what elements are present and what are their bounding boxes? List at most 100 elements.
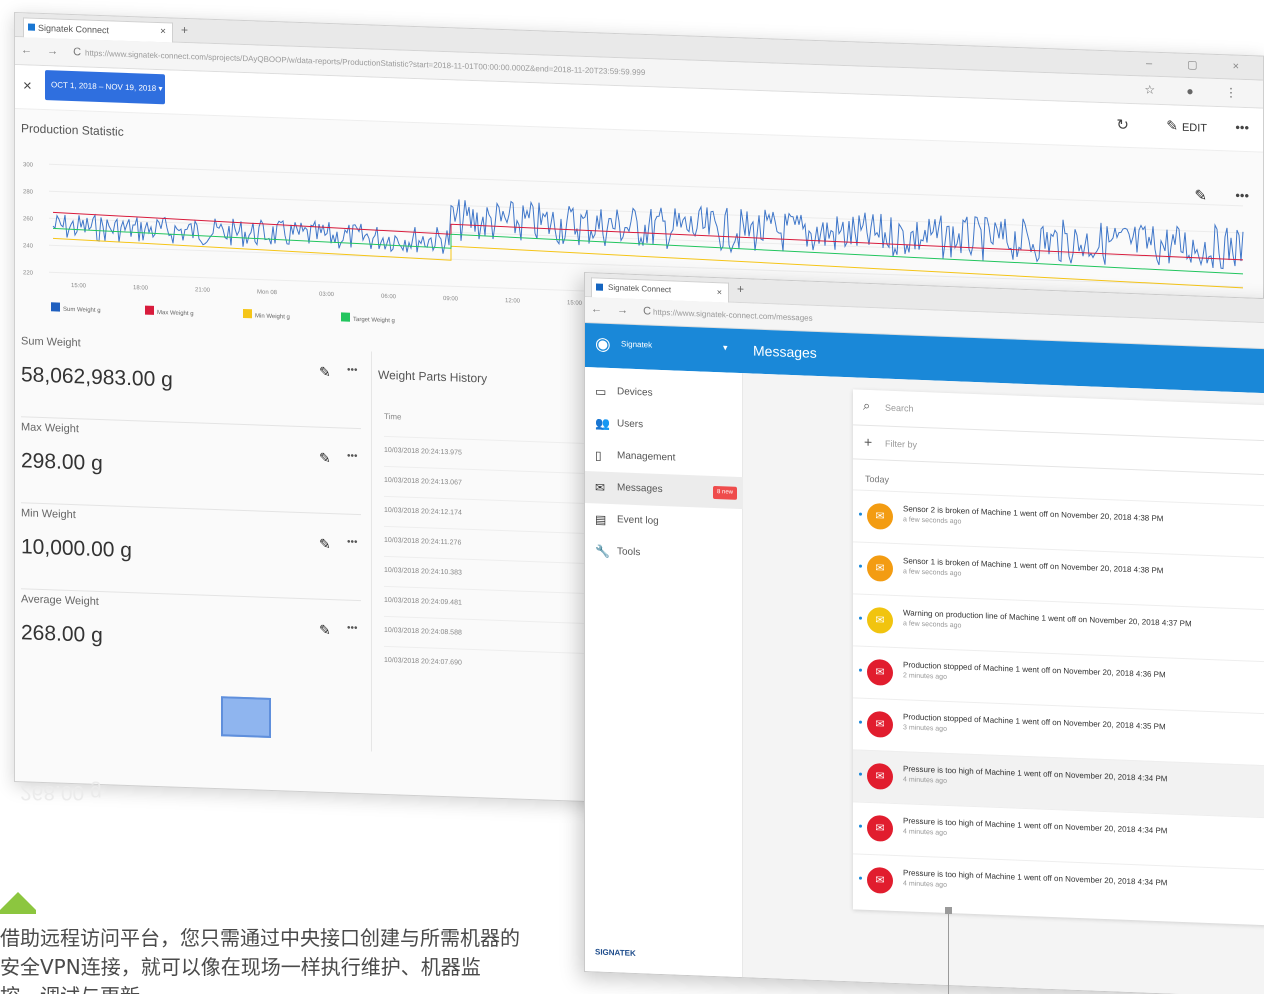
stat-label: Max Weight (21, 421, 79, 436)
legend-label: Max Weight g (157, 310, 194, 317)
unread-badge: 8 new (712, 485, 737, 500)
sidebar-item-label: Messages (617, 482, 663, 496)
message-time: 3 minutes ago (903, 724, 947, 733)
message-time: a few seconds ago (903, 620, 962, 630)
messages-window: Signatek Connect × + ← → C https://www.s… (584, 272, 1264, 994)
message-time: 4 minutes ago (903, 828, 947, 837)
message-time: a few seconds ago (903, 568, 962, 578)
chart-title: Production Statistic (21, 121, 124, 139)
management-icon: ▯ (595, 448, 602, 463)
more-icon[interactable]: ••• (347, 537, 358, 548)
nav-buttons-icon[interactable]: ← → C (21, 44, 87, 58)
brand-logo: SIGNATEK (595, 947, 636, 958)
tab-title: Signatek Connect (38, 22, 110, 36)
edit-button[interactable]: ✎ EDIT (1166, 117, 1207, 135)
sidebar-item-label: Management (617, 450, 676, 464)
alert-icon: ✉ (867, 710, 893, 738)
new-tab-icon[interactable]: + (737, 282, 744, 296)
account-icon[interactable]: ◉ (595, 333, 611, 355)
stat-value: 268.00 g (21, 621, 103, 648)
pencil-icon: ✎ (1166, 117, 1178, 134)
stat-card: Max Weight 298.00 g ✎ ••• (21, 417, 361, 516)
stat-card: Min Weight 10,000.00 g ✎ ••• (21, 503, 361, 602)
caption-text: 借助远程访问平台，您只需通过中央接口创建与所需机器的安全VPN连接，就可以像在现… (0, 926, 520, 994)
pencil-icon[interactable]: ✎ (319, 622, 331, 639)
pencil-icon[interactable]: ✎ (319, 364, 331, 381)
more-icon[interactable]: ••• (1235, 120, 1249, 135)
plus-icon: + (864, 433, 873, 451)
search-input[interactable]: Search (885, 403, 914, 414)
stat-value: 58,062,983.00 g (21, 363, 173, 392)
pencil-icon[interactable]: ✎ (319, 536, 331, 553)
sidebar-item-label: Event log (617, 514, 659, 527)
date-range-button[interactable]: OCT 1, 2018 – NOV 19, 2018 ▾ (45, 70, 165, 105)
close-icon[interactable]: × (23, 77, 32, 94)
reflection-text: 268.00 g (20, 781, 102, 804)
legend-swatch (341, 312, 350, 322)
window-controls[interactable]: – ▢ × (1146, 57, 1255, 74)
accent-bar (0, 910, 36, 914)
devices-icon: ▭ (595, 384, 607, 399)
x-tick-label: 09:00 (443, 296, 459, 303)
more-icon[interactable]: ••• (347, 623, 358, 634)
chevron-down-icon[interactable]: ▾ (723, 342, 728, 353)
alert-icon: ✉ (867, 502, 893, 530)
y-tick-label: 300 (23, 162, 34, 168)
pencil-icon[interactable]: ✎ (319, 450, 331, 467)
x-tick-label: 06:00 (381, 294, 397, 301)
page-title: Messages (753, 342, 817, 361)
y-tick-label: 260 (23, 216, 34, 222)
legend-swatch (243, 308, 252, 319)
more-icon[interactable]: ••• (347, 365, 358, 376)
scrollbar-thumb[interactable] (221, 696, 271, 738)
tools-icon: 🔧 (595, 544, 610, 559)
edit-label: EDIT (1181, 121, 1207, 135)
extensions-icon[interactable]: ☆ ● ⋮ (1144, 82, 1251, 100)
x-tick-label: 15:00 (567, 300, 583, 307)
close-tab-icon[interactable]: × (160, 23, 166, 41)
gridline (49, 163, 1243, 207)
unread-dot (859, 616, 862, 620)
more-icon[interactable]: ••• (347, 451, 358, 462)
stat-card: Average Weight 268.00 g ✎ ••• (21, 589, 361, 687)
x-tick-label: 15:00 (71, 283, 87, 290)
new-tab-icon[interactable]: + (181, 23, 188, 37)
alert-icon: ✉ (867, 814, 893, 842)
sidebar-item-tools[interactable]: 🔧 Tools (585, 535, 743, 573)
close-tab-icon[interactable]: × (717, 283, 722, 301)
event-log-icon: ▤ (595, 512, 607, 527)
history-column-header[interactable]: Time (384, 412, 401, 422)
messages-panel: ⌕ Search + Filter by Today ✉ Sensor 2 is… (853, 389, 1264, 926)
users-icon: 👥 (595, 416, 610, 431)
legend-label: Min Weight g (255, 313, 290, 320)
message-time: 4 minutes ago (903, 776, 947, 785)
sidebar-item-label: Tools (617, 546, 641, 559)
tab-title: Signatek Connect (608, 282, 672, 295)
message-time: 2 minutes ago (903, 672, 947, 681)
sidebar: ▭ Devices 👥 Users ▯ Management ✉ Message… (585, 367, 743, 994)
stat-value: 298.00 g (21, 449, 103, 476)
y-tick-label: 240 (23, 243, 34, 249)
url-field[interactable]: https://www.signatek-connect.com/message… (653, 308, 813, 323)
stat-label: Average Weight (21, 593, 99, 608)
alert-icon: ✉ (867, 866, 893, 894)
alert-icon: ✉ (867, 606, 893, 634)
unread-dot (859, 564, 862, 568)
x-tick-label: Mon 08 (257, 289, 278, 296)
legend-swatch (145, 305, 154, 315)
sidebar-item-label: Users (617, 418, 644, 431)
refresh-icon[interactable]: ↻ (1116, 115, 1129, 133)
stat-label: Min Weight (21, 507, 76, 522)
alert-icon: ✉ (867, 554, 893, 582)
filter-input[interactable]: Filter by (885, 439, 917, 450)
message-time: a few seconds ago (903, 516, 962, 526)
sidebar-item-label: Devices (617, 386, 653, 399)
unread-dot (859, 824, 862, 828)
unread-dot (859, 512, 862, 516)
history-title: Weight Parts History (378, 367, 488, 386)
account-name[interactable]: Signatek (621, 339, 652, 349)
message-time: 4 minutes ago (903, 880, 947, 889)
stat-card: Sum Weight 58,062,983.00 g ✎ ••• (21, 331, 361, 430)
legend-swatch (51, 302, 60, 312)
nav-buttons-icon[interactable]: ← → C (591, 303, 657, 318)
